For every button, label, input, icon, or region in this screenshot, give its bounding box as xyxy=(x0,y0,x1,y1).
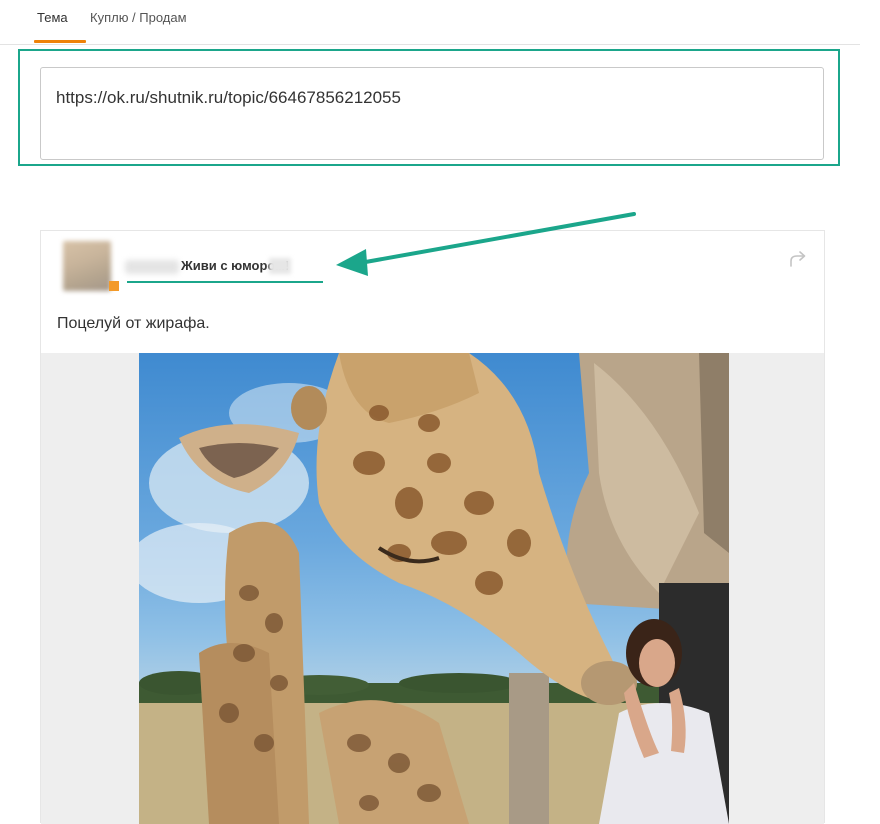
author-name-blurred xyxy=(125,260,179,274)
url-input[interactable]: https://ok.ru/shutnik.ru/topic/664678562… xyxy=(40,67,824,160)
post-card: Живи с юмором! Поцелуй от жирафа. xyxy=(40,230,825,824)
topic-tabs: Тема Куплю / Продам xyxy=(0,0,860,45)
avatar[interactable] xyxy=(63,241,111,291)
avatar-badge xyxy=(109,281,119,291)
group-name-blur xyxy=(269,258,291,274)
tab-buy-sell[interactable]: Куплю / Продам xyxy=(90,10,187,25)
active-tab-indicator xyxy=(34,40,86,43)
giraffe-photo[interactable] xyxy=(139,353,729,824)
group-name-underline xyxy=(127,281,323,283)
share-arrow-icon[interactable] xyxy=(786,247,810,271)
tab-topic[interactable]: Тема xyxy=(37,10,68,25)
post-media-area xyxy=(41,353,824,824)
post-text: Поцелуй от жирафа. xyxy=(57,315,210,332)
